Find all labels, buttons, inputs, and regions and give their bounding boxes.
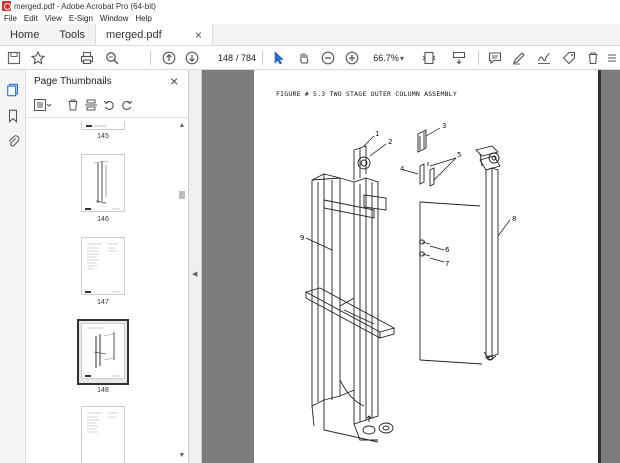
comment-icon[interactable] [486, 49, 504, 67]
tab-document[interactable]: merged.pdf × [95, 24, 214, 45]
callout-3: 3 [442, 122, 446, 130]
sign-icon[interactable] [535, 49, 553, 67]
close-panel-icon[interactable]: × [170, 73, 178, 89]
arrow-down-circle-icon[interactable] [183, 49, 201, 67]
menu-help[interactable]: Help [135, 14, 151, 23]
callout-1: 1 [375, 130, 379, 138]
arrow-up-circle-icon[interactable] [160, 49, 178, 67]
tab-tools[interactable]: Tools [49, 24, 95, 45]
thumbnail-label: 148 [97, 387, 109, 394]
callout-8: 8 [512, 215, 516, 223]
thumbnail-page-147[interactable] [81, 237, 125, 295]
thumbnail-label: 147 [97, 299, 109, 306]
insert-page-icon[interactable] [85, 96, 97, 114]
rotate-right-icon[interactable] [121, 96, 133, 114]
menu-file[interactable]: File [4, 14, 17, 23]
print-icon[interactable] [78, 49, 96, 67]
zoom-in-icon[interactable] [343, 49, 361, 67]
collapse-panel-icon[interactable]: ◀ [192, 270, 197, 278]
left-rail [0, 70, 26, 463]
close-tab-icon[interactable]: × [195, 28, 202, 42]
callout-9: 9 [300, 234, 304, 242]
title-bar: merged.pdf - Adobe Acrobat Pro (64-bit) [0, 0, 620, 12]
zoom-out-icon[interactable] [319, 49, 337, 67]
scrollbar-thumb[interactable] [179, 191, 185, 199]
callout-7: 7 [445, 260, 449, 268]
thumbnail-page-148[interactable] [81, 323, 125, 379]
pdf-page: FIGURE # 5.3 TWO STAGE OUTER COLUMN ASSE… [254, 70, 598, 463]
panel-title: Page Thumbnails [34, 76, 112, 87]
tab-bar: Home Tools merged.pdf × [0, 24, 620, 46]
thumbnail-page-146[interactable] [81, 154, 125, 212]
delete-page-icon[interactable] [67, 96, 79, 114]
pen-icon[interactable] [510, 49, 528, 67]
page-fit-icon[interactable] [420, 49, 438, 67]
menu-esign[interactable]: E-Sign [69, 14, 93, 23]
page-total: / 784 [236, 53, 257, 63]
tab-document-label: merged.pdf [106, 28, 162, 41]
callout-5: 5 [457, 151, 461, 159]
page-thumbnails-panel: Page Thumbnails × ▲ ▼ 145 146 147 148 [26, 70, 189, 463]
panel-divider [26, 117, 189, 118]
callout-4: 4 [400, 165, 405, 173]
thumbnail-label: 146 [97, 216, 109, 223]
tag-icon[interactable] [560, 49, 578, 67]
toolbar-separator [478, 51, 479, 65]
star-icon[interactable] [29, 49, 47, 67]
toolbar-separator [262, 51, 263, 65]
more-icon[interactable] [604, 49, 620, 67]
hand-icon[interactable] [295, 49, 313, 67]
zoom-dropdown-icon[interactable]: ▾ [400, 51, 404, 66]
page-thumbnails-icon[interactable] [5, 82, 21, 98]
acrobat-logo-icon [2, 1, 11, 11]
toolbar-separator [150, 51, 151, 65]
thumbnail-label: 145 [97, 133, 109, 140]
scroll-down-arrow-icon[interactable]: ▼ [178, 452, 186, 459]
scroll-up-arrow-icon[interactable]: ▲ [178, 122, 186, 129]
menu-edit[interactable]: Edit [24, 14, 38, 23]
document-view[interactable]: FIGURE # 5.3 TWO STAGE OUTER COLUMN ASSE… [202, 70, 620, 463]
main-toolbar: 148 / 784 66.7% ▾ [0, 46, 620, 70]
menu-window[interactable]: Window [100, 14, 128, 23]
attachment-icon[interactable] [5, 133, 21, 149]
page-number-input[interactable]: 148 [205, 51, 235, 66]
page-edge [598, 70, 601, 463]
search-icon[interactable] [103, 49, 121, 67]
rotate-left-icon[interactable] [103, 96, 115, 114]
menu-view[interactable]: View [45, 14, 62, 23]
thumbnail-page-145[interactable] [81, 122, 125, 130]
save-icon[interactable] [5, 49, 23, 67]
scroll-mode-icon[interactable] [450, 49, 468, 67]
zoom-level-input[interactable]: 66.7% [368, 51, 404, 66]
menu-bar: File Edit View E-Sign Window Help [0, 12, 620, 24]
tab-home[interactable]: Home [0, 24, 49, 45]
callout-6: 6 [445, 246, 450, 254]
panel-splitter[interactable]: ◀ [189, 70, 202, 463]
thumbnail-scrollbar[interactable]: ▲ ▼ [178, 122, 186, 463]
callout-2: 2 [388, 138, 392, 146]
assembly-drawing: 1 2 3 4 5 6 7 8 9 [300, 122, 516, 443]
thumbnail-page-149[interactable] [81, 406, 125, 463]
cursor-icon[interactable] [270, 49, 288, 67]
thumbnail-options-icon[interactable] [34, 96, 52, 114]
bookmark-icon[interactable] [5, 108, 21, 124]
window-title: merged.pdf - Adobe Acrobat Pro (64-bit) [14, 1, 156, 11]
trash-icon[interactable] [584, 49, 602, 67]
thumbnail-tools [30, 96, 180, 114]
